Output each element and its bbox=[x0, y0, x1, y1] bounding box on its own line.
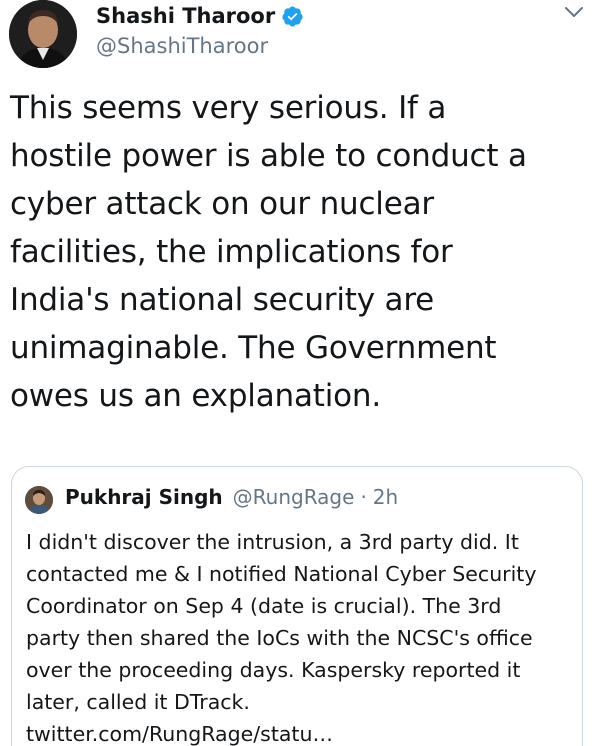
quoted-author-avatar bbox=[25, 486, 53, 514]
chevron-down-icon[interactable] bbox=[563, 4, 585, 20]
header-separator: · bbox=[360, 485, 367, 509]
quoted-tweet-header: Pukhraj Singh @RungRage · 2h bbox=[65, 485, 398, 509]
quoted-tweet-text: I didn't discover the intrusion, a 3rd p… bbox=[26, 530, 537, 714]
author-handle[interactable]: @ShashiTharoor bbox=[96, 34, 268, 58]
quoted-author-name: Pukhraj Singh bbox=[65, 485, 223, 509]
quoted-tweet-time: 2h bbox=[372, 485, 399, 509]
quoted-author-handle: @RungRage bbox=[232, 485, 355, 509]
author-avatar[interactable] bbox=[9, 0, 77, 68]
author-name[interactable]: Shashi Tharoor bbox=[96, 4, 275, 28]
quoted-tweet-link[interactable]: twitter.com/RungRage/statu… bbox=[26, 718, 333, 746]
author-header[interactable]: Shashi Tharoor bbox=[96, 2, 304, 30]
tweet-text: This seems very serious. If a hostile po… bbox=[10, 90, 527, 414]
verified-badge-icon bbox=[281, 5, 304, 28]
